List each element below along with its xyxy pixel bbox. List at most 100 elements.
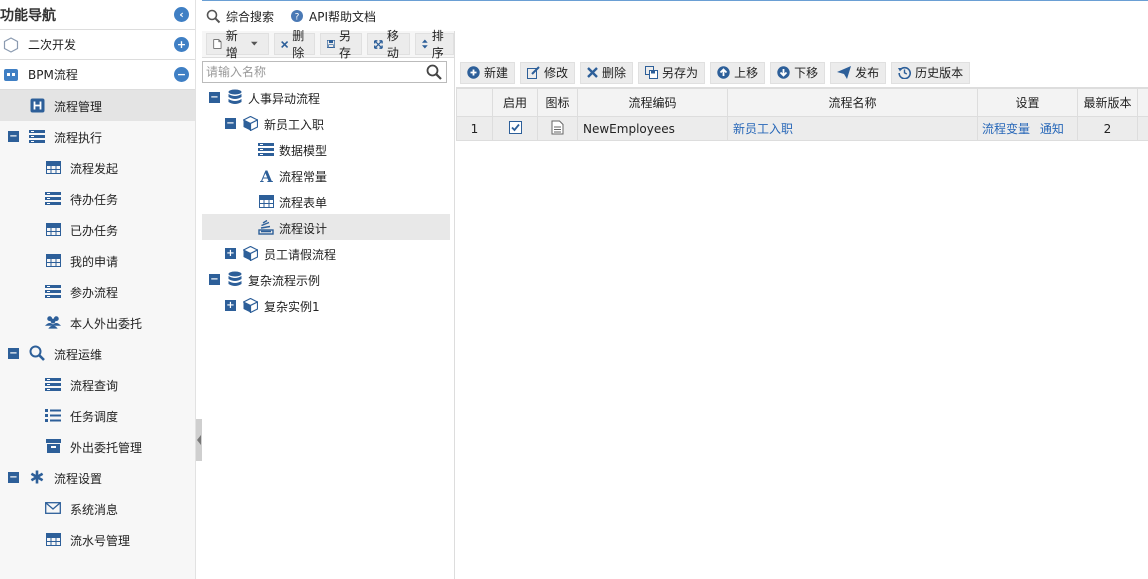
- tree-node-0[interactable]: − 人事异动流程: [202, 84, 450, 110]
- move-button[interactable]: 移动: [367, 29, 411, 60]
- collapse-group-icon[interactable]: −: [174, 67, 189, 82]
- tree-toggle-icon[interactable]: −: [225, 118, 236, 129]
- global-search-button[interactable]: 综合搜索: [206, 8, 274, 25]
- table-row[interactable]: 1 NewEmployees 新员工入职 流程变量 通知 2: [456, 116, 1148, 141]
- publish-button[interactable]: 发布: [830, 61, 887, 84]
- nav-header: 功能导航 ‹: [0, 0, 195, 30]
- sidebar-item-1[interactable]: − 流程执行: [0, 121, 195, 152]
- delete-label: 删除: [292, 29, 305, 60]
- table-icon: [45, 159, 61, 175]
- edit-button[interactable]: 修改: [520, 61, 576, 84]
- tree-node-label: 流程表单: [279, 196, 328, 210]
- column-header-icon[interactable]: 图标: [537, 88, 578, 117]
- tree-node-7[interactable]: − 复杂流程示例: [202, 266, 450, 292]
- tree-toggle-icon[interactable]: −: [209, 92, 220, 103]
- list-icon: [45, 190, 61, 206]
- row-number-header: [456, 88, 493, 117]
- sidebar-item-4[interactable]: 已办任务: [0, 214, 195, 245]
- sidebar-item-8[interactable]: − 流程运维: [0, 338, 195, 369]
- process-tree-panel: 新增 删除 另存 移动 排序 −人事异动流程−新员工入: [202, 29, 455, 579]
- sidebar-item-3[interactable]: 待办任务: [0, 183, 195, 214]
- column-header-version[interactable]: 最新版本: [1077, 88, 1138, 117]
- sidebar-item-label: 流程查询: [70, 379, 119, 393]
- navigation-sidebar: 功能导航 ‹ 二次开发 + BPM流程 − 流程管理 − 流程执行流程发起 待办任务已…: [0, 0, 196, 579]
- sidebar-item-7[interactable]: 本人外出委托: [0, 307, 195, 338]
- database-icon: [227, 271, 243, 287]
- add-label: 新增: [225, 29, 238, 60]
- grid-icon: [2, 66, 20, 84]
- enabled-cell[interactable]: [492, 116, 538, 141]
- grid-save-as-button[interactable]: 另存为: [638, 61, 706, 84]
- checkbox-checked-icon[interactable]: [508, 120, 522, 134]
- sidebar-item-13[interactable]: 系统消息: [0, 493, 195, 524]
- column-header-enabled[interactable]: 启用: [492, 88, 538, 117]
- nav-group-dev[interactable]: 二次开发 +: [0, 30, 195, 60]
- tree-toggle-icon[interactable]: −: [8, 131, 19, 142]
- api-docs-button[interactable]: ? API帮助文档: [290, 8, 376, 25]
- tree-toggle-icon[interactable]: −: [209, 274, 220, 285]
- sidebar-item-9[interactable]: 流程查询: [0, 369, 195, 400]
- process-name-link[interactable]: 新员工入职: [733, 122, 793, 136]
- add-button[interactable]: 新增: [206, 29, 270, 60]
- edit-label: 修改: [544, 66, 569, 80]
- save-as-button[interactable]: 另存: [320, 29, 363, 60]
- list-icon: [29, 128, 45, 144]
- tree-search-input[interactable]: [203, 62, 423, 82]
- arrow-down-icon: [777, 66, 790, 79]
- move-up-button[interactable]: 上移: [710, 61, 766, 84]
- column-header-code[interactable]: 流程编码: [577, 88, 728, 117]
- sidebar-item-11[interactable]: 外出委托管理: [0, 431, 195, 462]
- latest-version: 2: [1077, 116, 1138, 141]
- new-button[interactable]: 新建: [460, 61, 516, 84]
- sidebar-item-14[interactable]: 流水号管理: [0, 524, 195, 555]
- column-header-name[interactable]: 流程名称: [727, 88, 978, 117]
- tree-node-2[interactable]: 数据模型: [202, 136, 450, 162]
- sidebar-item-0[interactable]: 流程管理: [0, 90, 195, 121]
- list-icon: [45, 283, 61, 299]
- tree-toggle-icon[interactable]: +: [225, 300, 236, 311]
- sidebar-item-12[interactable]: − 流程设置: [0, 462, 195, 493]
- sidebar-item-2[interactable]: 流程发起: [0, 152, 195, 183]
- column-header-filler: [1137, 88, 1148, 117]
- search-icon: [206, 9, 221, 23]
- grid-save-as-label: 另存为: [662, 66, 699, 80]
- expand-group-icon[interactable]: +: [174, 37, 189, 52]
- search-icon[interactable]: [426, 64, 442, 80]
- collapse-nav-icon[interactable]: ‹: [174, 7, 189, 22]
- tree-toggle-icon[interactable]: −: [8, 472, 19, 483]
- table-icon: [45, 531, 61, 547]
- tree-node-5[interactable]: 流程设计: [202, 214, 450, 240]
- nav-items: 流程管理 − 流程执行流程发起 待办任务 已办任务 我的申请 参办流程 本人外出委托 − 流程运维…: [0, 90, 195, 555]
- move-down-button[interactable]: 下移: [770, 61, 826, 84]
- sidebar-item-10[interactable]: 任务调度: [0, 400, 195, 431]
- sidebar-item-6[interactable]: 参办流程: [0, 276, 195, 307]
- tree-node-3[interactable]: A 流程常量: [202, 162, 450, 188]
- letter-h-icon: [29, 97, 45, 113]
- sidebar-item-label: 流程执行: [54, 131, 103, 145]
- tree-node-label: 复杂流程示例: [248, 274, 321, 288]
- sort-button[interactable]: 排序: [415, 29, 455, 60]
- tree-node-8[interactable]: + 复杂实例1: [202, 292, 450, 318]
- notify-link[interactable]: 通知: [1040, 122, 1064, 136]
- table-header-row: 启用 图标 流程编码 流程名称 设置 最新版本: [456, 88, 1148, 117]
- process-variable-link[interactable]: 流程变量: [982, 122, 1030, 136]
- grid-delete-button[interactable]: 删除: [580, 61, 634, 84]
- move-down-label: 下移: [794, 66, 819, 80]
- tree-node-1[interactable]: − 新员工入职: [202, 110, 450, 136]
- sidebar-item-5[interactable]: 我的申请: [0, 245, 195, 276]
- cube-icon: [242, 297, 258, 313]
- nav-group-bpm[interactable]: BPM流程 −: [0, 60, 195, 90]
- edit-icon: [527, 66, 540, 79]
- tree-node-4[interactable]: 流程表单: [202, 188, 450, 214]
- database-icon: [227, 89, 243, 105]
- sidebar-item-label: 流程管理: [54, 100, 103, 114]
- sidebar-item-label: 流水号管理: [70, 534, 131, 548]
- tree-toggle-icon[interactable]: +: [225, 248, 236, 259]
- history-button[interactable]: 历史版本: [891, 61, 971, 84]
- tree-toggle-icon[interactable]: −: [8, 348, 19, 359]
- tree-node-6[interactable]: + 员工请假流程: [202, 240, 450, 266]
- send-icon: [837, 66, 852, 79]
- column-header-settings[interactable]: 设置: [977, 88, 1078, 117]
- list-icon: [258, 141, 274, 157]
- delete-button[interactable]: 删除: [274, 29, 316, 60]
